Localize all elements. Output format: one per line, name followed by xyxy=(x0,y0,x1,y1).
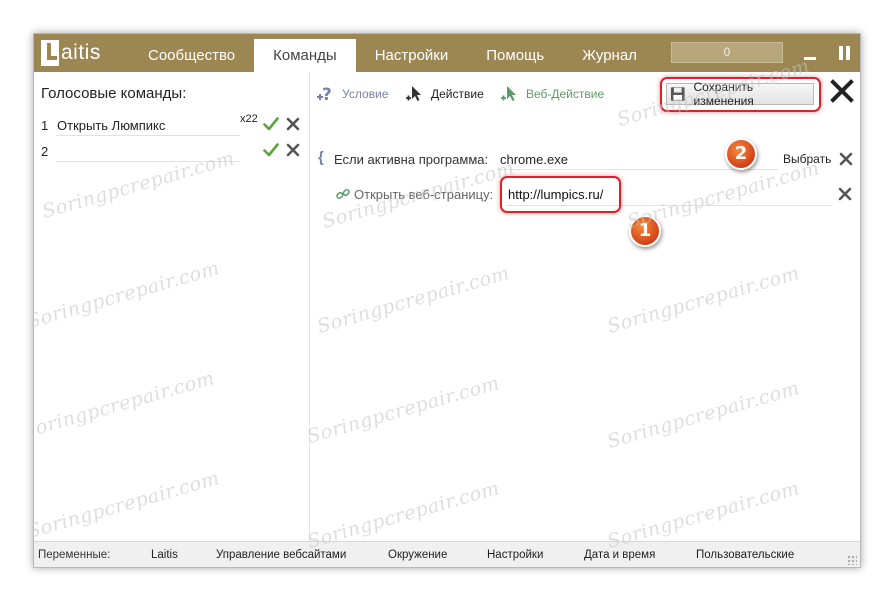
logo-text: aitis xyxy=(61,41,101,64)
command-number: 1 xyxy=(41,118,49,133)
cursor-plus-icon xyxy=(406,86,421,101)
web-cursor-plus-icon xyxy=(501,86,516,101)
command-row: 1 Открыть Люмпикс x22 xyxy=(41,113,303,136)
condition-brace: { xyxy=(318,149,324,166)
variables-custom[interactable]: Пользовательские xyxy=(696,549,794,561)
svg-text:?: ? xyxy=(322,85,332,104)
program-field[interactable]: chrome.exe xyxy=(498,150,778,170)
voice-commands-panel: Голосовые команды: 1 Открыть Люмпикс x22… xyxy=(34,72,310,541)
command-row: 2 xyxy=(41,142,303,162)
check-icon[interactable] xyxy=(263,142,279,158)
save-changes-label: Сохранить изменения xyxy=(693,80,754,108)
variables-date-time[interactable]: Дата и время xyxy=(584,549,655,561)
delete-condition-icon[interactable] xyxy=(839,152,853,166)
variables-bar: Переменные: Laitis Управление вебсайтами… xyxy=(34,541,860,567)
logo-l-icon xyxy=(41,40,59,66)
floppy-disk-icon xyxy=(670,87,685,101)
tab-journal[interactable]: Журнал xyxy=(563,34,656,72)
variables-environment[interactable]: Окружение xyxy=(388,549,447,561)
tab-community[interactable]: Сообщество xyxy=(129,34,254,72)
add-action-button[interactable]: Действие xyxy=(405,82,484,106)
save-changes-button[interactable]: Сохранить изменения xyxy=(666,80,814,108)
laitis-window: aitis Сообщество Команды Настройки Помощ… xyxy=(33,33,861,568)
variables-settings[interactable]: Настройки xyxy=(487,549,543,561)
web-action-row: Открыть веб-страницу: http://lumpics.ru/ xyxy=(336,184,854,206)
voice-commands-title: Голосовые команды: xyxy=(41,85,187,102)
minimize-button[interactable] xyxy=(804,48,816,60)
check-icon[interactable] xyxy=(263,116,279,132)
variables-label: Переменные: xyxy=(38,549,111,561)
command-number: 2 xyxy=(41,144,49,159)
top-bar: aitis Сообщество Команды Настройки Помощ… xyxy=(34,34,860,72)
condition-row: { Если активна программа: chrome.exe Выб… xyxy=(318,149,854,170)
resize-grip-icon[interactable] xyxy=(847,555,857,565)
add-condition-label: Условие xyxy=(342,87,389,101)
choose-program-button[interactable]: Выбрать xyxy=(783,152,831,166)
delete-web-action-icon[interactable] xyxy=(838,187,852,201)
link-icon xyxy=(336,188,350,200)
tab-settings[interactable]: Настройки xyxy=(356,34,468,72)
question-plus-icon: ? xyxy=(317,85,332,104)
pause-button[interactable] xyxy=(838,46,851,60)
variables-laitis[interactable]: Laitis xyxy=(151,549,178,561)
delete-icon[interactable] xyxy=(286,117,300,131)
tab-commands[interactable]: Команды xyxy=(254,39,356,72)
close-icon[interactable] xyxy=(830,79,854,103)
delete-icon[interactable] xyxy=(286,143,300,157)
add-web-action-button[interactable]: Веб-Действие xyxy=(500,82,604,106)
laitis-logo: aitis xyxy=(41,39,101,67)
command-text-field[interactable]: Открыть Люмпикс xyxy=(56,116,240,136)
condition-label: Если активна программа: xyxy=(334,152,489,167)
step-badge-1: 1 xyxy=(629,215,661,247)
command-usage-count: x22 xyxy=(240,113,258,125)
command-text-field[interactable] xyxy=(56,142,240,162)
add-action-label: Действие xyxy=(431,87,484,101)
variables-website-control[interactable]: Управление вебсайтами xyxy=(216,549,346,561)
add-condition-button[interactable]: ? Условие xyxy=(316,82,388,106)
open-webpage-label: Открыть веб-страницу: xyxy=(354,187,494,202)
command-editor-panel: ? Условие Действие Веб-Действие Сохранит… xyxy=(310,72,860,541)
tab-help[interactable]: Помощь xyxy=(467,34,563,72)
counter-field[interactable]: 0 xyxy=(671,42,783,63)
main-tabs: Сообщество Команды Настройки Помощь Журн… xyxy=(129,34,656,72)
add-web-action-label: Веб-Действие xyxy=(526,87,605,101)
url-field[interactable]: http://lumpics.ru/ xyxy=(506,184,832,206)
